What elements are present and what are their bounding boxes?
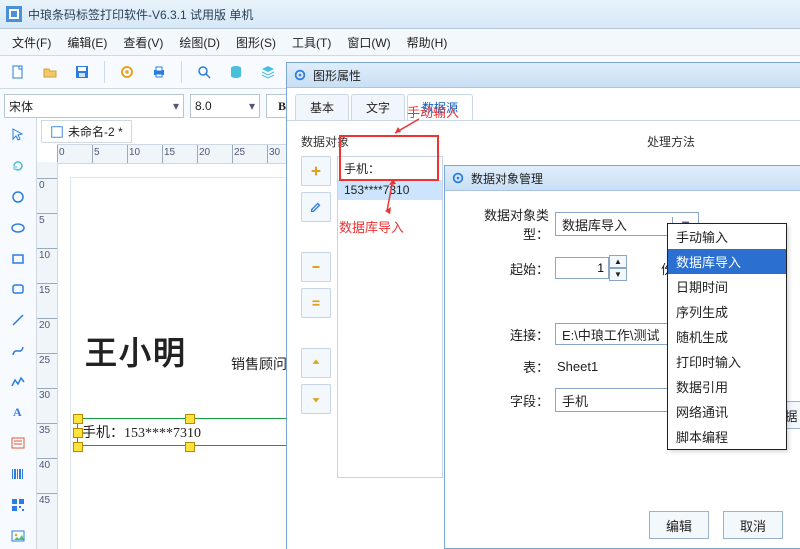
tb-save[interactable] <box>68 58 96 86</box>
tb-preview[interactable] <box>190 58 218 86</box>
title-bar: 中琅条码标签打印软件-V6.3.1 试用版 单机 <box>0 0 800 29</box>
btn-up[interactable] <box>301 348 331 378</box>
tool-round[interactable] <box>4 276 32 303</box>
tool-richtext[interactable] <box>4 430 32 457</box>
dd-item[interactable]: 脚本编程 <box>668 424 786 449</box>
dd-item[interactable]: 序列生成 <box>668 299 786 324</box>
menu-draw[interactable]: 绘图(D) <box>171 31 228 54</box>
font-name-select[interactable]: 宋体▾ <box>4 94 184 118</box>
dd-item[interactable]: 打印时输入 <box>668 349 786 374</box>
document-tab-label: 未命名-2 * <box>68 123 123 140</box>
tb-settings[interactable] <box>113 58 141 86</box>
left-toolbox: A <box>0 118 37 549</box>
ruler-vertical: 0 5 10 15 20 25 30 35 40 45 <box>37 162 58 549</box>
arrow-icon <box>383 177 403 217</box>
type-label: 数据对象类型： <box>459 205 555 243</box>
doc-icon <box>50 125 64 139</box>
btn-remove[interactable] <box>301 252 331 282</box>
tool-barcode[interactable] <box>4 461 32 488</box>
table-label: 表： <box>459 357 555 376</box>
label-page[interactable]: 王小明 销售顾问 手机：153****7310 <box>71 178 311 549</box>
gear-icon <box>293 68 307 82</box>
conn-label: 连接： <box>459 325 555 344</box>
dd-item[interactable]: 随机生成 <box>668 324 786 349</box>
gear-icon <box>451 171 465 185</box>
properties-title: 图形属性 <box>313 67 361 84</box>
menu-view[interactable]: 查看(V) <box>115 31 171 54</box>
properties-tabs: 基本 文字 数据源 <box>287 88 800 121</box>
font-size-select[interactable]: 8.0▾ <box>190 94 260 118</box>
tb-layers[interactable] <box>254 58 282 86</box>
menu-window[interactable]: 窗口(W) <box>339 31 398 54</box>
menu-help[interactable]: 帮助(H) <box>399 31 456 54</box>
tb-database[interactable] <box>222 58 250 86</box>
menu-file[interactable]: 文件(F) <box>4 31 59 54</box>
dom-title: 数据对象管理 <box>471 170 543 187</box>
table-value: Sheet1 <box>555 359 598 374</box>
svg-text:A: A <box>13 405 22 419</box>
menu-bar: 文件(F) 编辑(E) 查看(V) 绘图(D) 图形(S) 工具(T) 窗口(W… <box>0 29 800 56</box>
btn-edit[interactable] <box>301 192 331 222</box>
window-title: 中琅条码标签打印软件-V6.3.1 试用版 单机 <box>28 6 253 23</box>
tool-qrcode[interactable] <box>4 491 32 518</box>
arrow-icon <box>389 117 423 137</box>
dd-item[interactable]: 数据库导入 <box>668 249 786 274</box>
dom-titlebar[interactable]: 数据对象管理 <box>445 166 800 191</box>
btn-add[interactable] <box>301 156 331 186</box>
tool-pointer[interactable] <box>4 122 32 149</box>
spin-down-icon[interactable]: ▼ <box>609 268 627 281</box>
type-dropdown-list[interactable]: 手动输入 数据库导入 日期时间 序列生成 随机生成 打印时输入 数据引用 网络通… <box>667 223 787 450</box>
cancel-button[interactable]: 取消 <box>723 511 783 539</box>
start-spinner[interactable]: ▲▼ <box>555 255 627 281</box>
menu-edit[interactable]: 编辑(E) <box>59 31 115 54</box>
tool-curve[interactable] <box>4 337 32 364</box>
menu-tools[interactable]: 工具(T) <box>284 31 339 54</box>
properties-titlebar[interactable]: 图形属性 <box>287 63 800 88</box>
text-phone-selected[interactable]: 手机：153****7310 <box>77 418 313 446</box>
start-label: 起始： <box>459 259 555 278</box>
annotation-db: 数据库导入 <box>339 217 404 236</box>
edit-button[interactable]: 编辑 <box>649 511 709 539</box>
highlight-box <box>339 135 439 181</box>
btn-clear[interactable] <box>301 288 331 318</box>
document-tab[interactable]: 未命名-2 * <box>41 120 132 143</box>
tb-print[interactable] <box>145 58 173 86</box>
tb-new[interactable] <box>4 58 32 86</box>
btn-down[interactable] <box>301 384 331 414</box>
tool-circle[interactable] <box>4 184 32 211</box>
tool-image[interactable] <box>4 522 32 549</box>
field-label: 字段： <box>459 391 555 410</box>
start-input[interactable] <box>555 257 609 279</box>
tool-line[interactable] <box>4 307 32 334</box>
tab-basic[interactable]: 基本 <box>295 94 349 120</box>
tool-polyline[interactable] <box>4 368 32 395</box>
dd-item[interactable]: 网络通讯 <box>668 399 786 424</box>
process-section: 处理方法 <box>647 133 695 150</box>
menu-shape[interactable]: 图形(S) <box>228 31 284 54</box>
text-role[interactable]: 销售顾问 <box>231 354 287 374</box>
app-icon <box>6 6 22 22</box>
dd-item[interactable]: 数据引用 <box>668 374 786 399</box>
tool-text[interactable]: A <box>4 399 32 426</box>
tb-open[interactable] <box>36 58 64 86</box>
data-object-manage-window[interactable]: 数据对象管理 数据对象类型： 数据库导入▼ 起始： ▲▼ 份数 连接： E:\中… <box>444 165 800 549</box>
tool-ellipse[interactable] <box>4 214 32 241</box>
dd-item[interactable]: 日期时间 <box>668 274 786 299</box>
tool-rect[interactable] <box>4 245 32 272</box>
spin-up-icon[interactable]: ▲ <box>609 255 627 268</box>
dd-item[interactable]: 手动输入 <box>668 224 786 249</box>
text-name[interactable]: 王小明 <box>85 328 187 374</box>
tool-rotate[interactable] <box>4 153 32 180</box>
field-dropdown[interactable]: 手机 <box>555 388 679 412</box>
